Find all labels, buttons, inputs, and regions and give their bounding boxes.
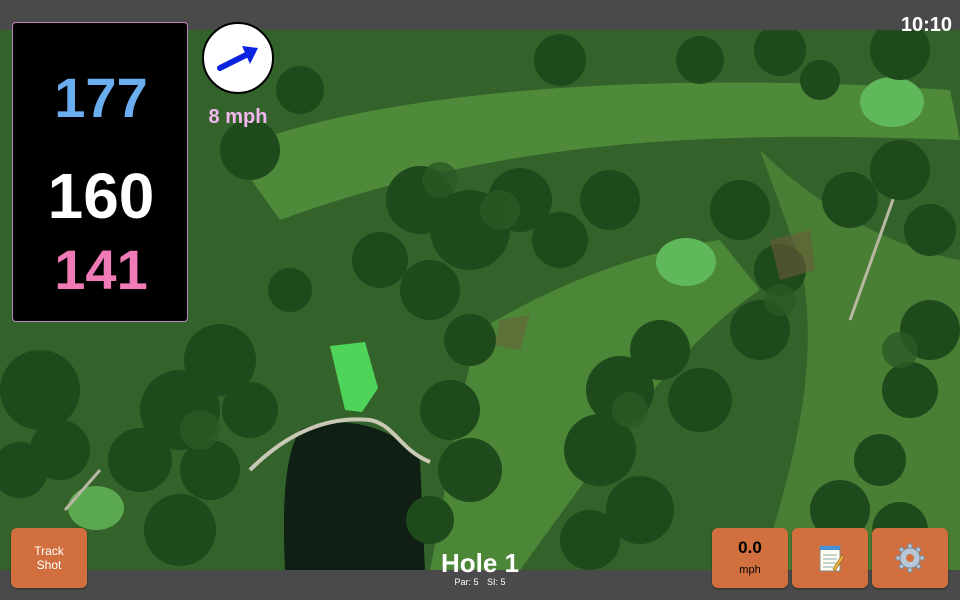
front-yardage: 141 bbox=[54, 238, 148, 301]
speed-unit: mph bbox=[739, 564, 761, 576]
middle-yardage: 160 bbox=[47, 160, 155, 232]
back-yardage: 177 bbox=[54, 66, 148, 129]
yardage-panel: 177 160 141 bbox=[12, 22, 188, 322]
notes-button[interactable] bbox=[792, 528, 868, 588]
speed-value: 0.0 bbox=[738, 538, 762, 557]
stroke-index-label: SI: 5 bbox=[487, 577, 506, 587]
notepad-icon bbox=[819, 545, 845, 572]
settings-button[interactable] bbox=[872, 528, 948, 588]
wind-arrow-icon bbox=[217, 46, 258, 71]
clock: 10:10 bbox=[900, 14, 952, 36]
gear-icon bbox=[895, 543, 925, 573]
hole-title: Hole 1 bbox=[440, 548, 520, 578]
par-label: Par: 5 bbox=[454, 577, 479, 587]
hole-meta: Par: 5 SI: 5 bbox=[380, 577, 580, 587]
wind-speed-label: 8 mph bbox=[208, 106, 268, 128]
speed-button[interactable]: 0.0 mph bbox=[712, 528, 788, 588]
track-shot-label: Track Shot bbox=[34, 544, 64, 572]
wind-indicator bbox=[202, 22, 274, 94]
track-shot-button[interactable]: Track Shot bbox=[11, 528, 87, 588]
